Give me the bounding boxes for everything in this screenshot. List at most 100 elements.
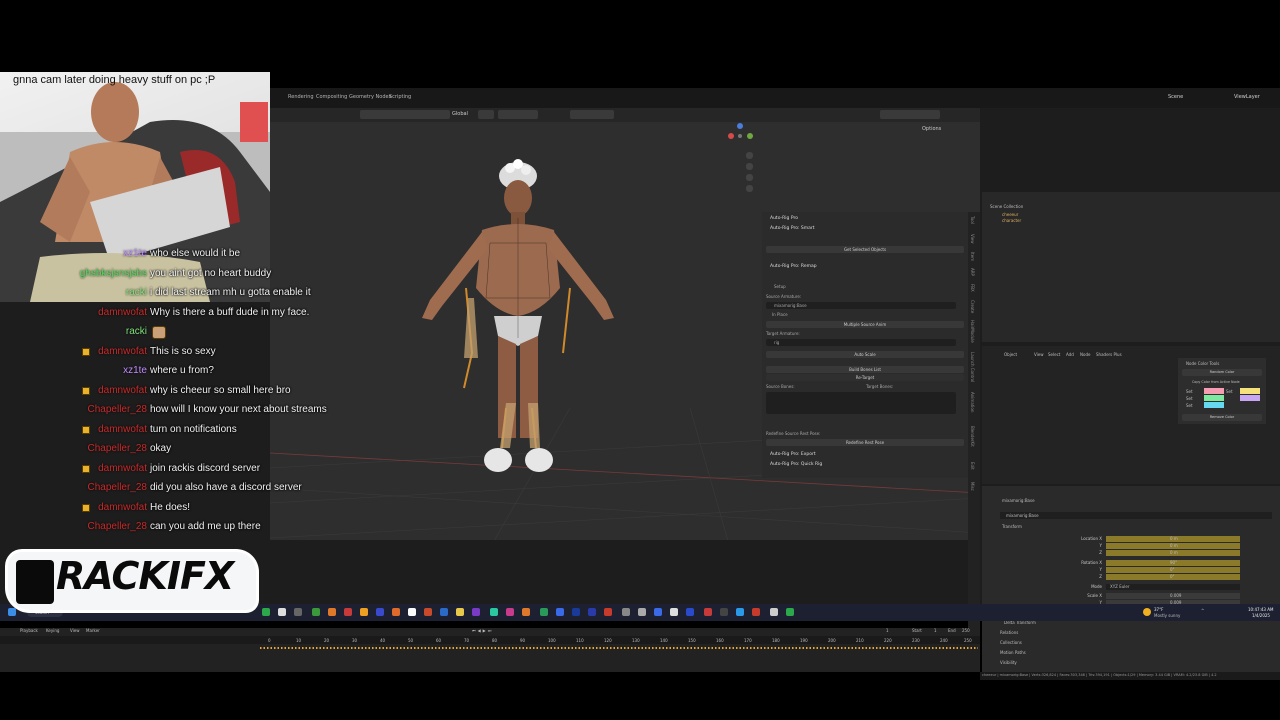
overlay-filter-group[interactable] bbox=[570, 110, 614, 119]
spotify-icon[interactable] bbox=[262, 608, 270, 616]
redefine-rest-pose-button[interactable]: Redefine Rest Pose bbox=[766, 439, 964, 446]
app-icon[interactable] bbox=[440, 608, 448, 616]
color-swatch[interactable] bbox=[1204, 388, 1224, 394]
chat-username[interactable]: racki bbox=[126, 287, 147, 298]
workspace-tab[interactable]: Geometry Nodes bbox=[349, 94, 391, 100]
export-section-header[interactable]: Auto-Rig Pro: Export bbox=[770, 452, 816, 457]
set-label[interactable]: Set bbox=[1186, 396, 1193, 401]
sidebar-tab[interactable]: Misc bbox=[970, 482, 975, 491]
viewlayer-selector[interactable]: ViewLayer bbox=[1234, 94, 1260, 100]
app-icon[interactable] bbox=[360, 608, 368, 616]
workspace-tab[interactable]: Rendering bbox=[288, 94, 314, 100]
playback-controls[interactable]: ⏮◀▶⏭ bbox=[472, 628, 493, 633]
object-name-field[interactable]: mixamorig:Base bbox=[1000, 512, 1272, 519]
set-label[interactable]: Set bbox=[1186, 389, 1193, 394]
shading-buttons[interactable] bbox=[880, 110, 940, 119]
chat-username[interactable]: xz1te bbox=[123, 365, 147, 376]
scene-collection-label[interactable]: Scene Collection bbox=[990, 204, 1023, 209]
app-icon[interactable] bbox=[786, 608, 794, 616]
current-frame-field[interactable]: 1 bbox=[886, 628, 889, 633]
options-dropdown[interactable]: Options bbox=[922, 126, 941, 132]
bones-list[interactable] bbox=[766, 392, 956, 414]
timeline-editor[interactable]: Playback Keying View Marker ⏮◀▶⏭ 1 Start… bbox=[0, 628, 980, 672]
app-icon[interactable] bbox=[736, 608, 744, 616]
app-icon[interactable] bbox=[472, 608, 480, 616]
pivot-button[interactable] bbox=[478, 110, 494, 119]
frame-end-field[interactable]: 250 bbox=[962, 628, 970, 633]
chat-username[interactable]: damnwofat bbox=[98, 385, 147, 396]
auto-scale-button[interactable]: Auto Scale bbox=[766, 351, 964, 358]
sidebar-tab[interactable]: Tool bbox=[970, 216, 975, 224]
shader-menu[interactable]: Add bbox=[1066, 352, 1074, 357]
get-selected-objects-button[interactable]: Get Selected Objects bbox=[766, 246, 964, 253]
transform-section[interactable]: Transform bbox=[1002, 524, 1022, 529]
chat-username[interactable]: racki bbox=[126, 326, 147, 337]
workspace-tab[interactable]: Scripting bbox=[389, 94, 411, 100]
copy-color-label[interactable]: Copy Color from Active Node bbox=[1192, 380, 1240, 384]
orientation-dropdown[interactable]: Global bbox=[452, 111, 468, 117]
sidebar-tab[interactable]: Launch Control bbox=[970, 352, 975, 382]
app-icon[interactable] bbox=[456, 608, 464, 616]
chat-username[interactable]: damnwofat bbox=[98, 307, 147, 318]
visibility-section[interactable]: Visibility bbox=[1000, 660, 1017, 665]
set-label[interactable]: Set bbox=[1186, 403, 1193, 408]
scale-x-field[interactable]: 0.009 bbox=[1106, 593, 1240, 599]
sidebar-tab[interactable]: Item bbox=[970, 252, 975, 261]
chat-username[interactable]: Chapeller_28 bbox=[88, 521, 148, 532]
rotation-x-field[interactable]: 90° bbox=[1106, 560, 1240, 566]
app-icon[interactable] bbox=[540, 608, 548, 616]
relations-section[interactable]: Relations bbox=[1000, 630, 1018, 635]
sidebar-tab[interactable]: BlenderKit bbox=[970, 426, 975, 447]
app-icon[interactable] bbox=[622, 608, 630, 616]
app-icon[interactable] bbox=[572, 608, 580, 616]
sidebar-tab[interactable]: Animation bbox=[970, 392, 975, 412]
app-icon[interactable] bbox=[392, 608, 400, 616]
clock-time[interactable]: 10:47:43 AM bbox=[1248, 607, 1273, 612]
snap-toggle-group[interactable] bbox=[498, 110, 538, 119]
weather-icon[interactable] bbox=[1143, 608, 1151, 616]
app-icon[interactable] bbox=[522, 608, 530, 616]
app-icon[interactable] bbox=[704, 608, 712, 616]
tray-chevron-icon[interactable]: ^ bbox=[1201, 608, 1204, 613]
rotation-mode-dropdown[interactable]: XYZ Euler bbox=[1106, 584, 1240, 590]
source-armature-field[interactable]: mixamorig:Base bbox=[766, 302, 956, 309]
color-swatch[interactable] bbox=[1204, 395, 1224, 401]
app-icon[interactable] bbox=[686, 608, 694, 616]
in-place-checkbox[interactable]: In Place bbox=[772, 312, 788, 317]
build-bones-list-button[interactable]: Build Bones List bbox=[766, 366, 964, 373]
obs-icon[interactable] bbox=[278, 608, 286, 616]
app-icon[interactable] bbox=[770, 608, 778, 616]
keyframe-strip[interactable] bbox=[260, 647, 978, 649]
app-icon[interactable] bbox=[752, 608, 760, 616]
rotation-z-field[interactable]: 0° bbox=[1106, 574, 1240, 580]
app-icon[interactable] bbox=[720, 608, 728, 616]
app-icon[interactable] bbox=[344, 608, 352, 616]
shader-editor[interactable]: Object View Select Add Node Shaders Plus… bbox=[982, 346, 1280, 484]
sidebar-tab[interactable]: View bbox=[970, 234, 975, 244]
location-y-field[interactable]: 0 m bbox=[1106, 543, 1240, 549]
chat-username[interactable]: Chapeller_28 bbox=[88, 482, 148, 493]
app-icon[interactable] bbox=[604, 608, 612, 616]
timeline-menu[interactable]: Marker bbox=[86, 628, 100, 633]
outliner-item[interactable]: character bbox=[1002, 218, 1021, 223]
character-model[interactable] bbox=[370, 148, 670, 508]
sidebar-tab[interactable]: Create bbox=[970, 300, 975, 313]
settings-icon[interactable] bbox=[294, 608, 302, 616]
shader-menu[interactable]: View bbox=[1034, 352, 1044, 357]
set-label[interactable]: Set bbox=[1226, 389, 1233, 394]
remove-color-button[interactable]: Remove Color bbox=[1182, 414, 1262, 421]
frame-start-field[interactable]: 1 bbox=[934, 628, 937, 633]
blender-icon[interactable] bbox=[328, 608, 336, 616]
chat-username[interactable]: damnwofat bbox=[98, 463, 147, 474]
timeline-menu[interactable]: Playback bbox=[20, 628, 38, 633]
sidebar-tab[interactable]: HairModule bbox=[970, 320, 975, 343]
smart-section-header[interactable]: Auto-Rig Pro: Smart bbox=[770, 226, 815, 231]
chat-username[interactable]: ghsbksjsnsjsbs bbox=[80, 268, 147, 279]
shader-menu[interactable]: Object bbox=[1004, 352, 1017, 357]
location-x-field[interactable]: 0 m bbox=[1106, 536, 1240, 542]
app-icon[interactable] bbox=[408, 608, 416, 616]
scene-selector[interactable]: Scene bbox=[1168, 94, 1183, 100]
sidebar-tab[interactable]: FBX bbox=[970, 284, 975, 292]
quick-rig-section-header[interactable]: Auto-Rig Pro: Quick Rig bbox=[770, 462, 822, 467]
app-icon[interactable] bbox=[556, 608, 564, 616]
